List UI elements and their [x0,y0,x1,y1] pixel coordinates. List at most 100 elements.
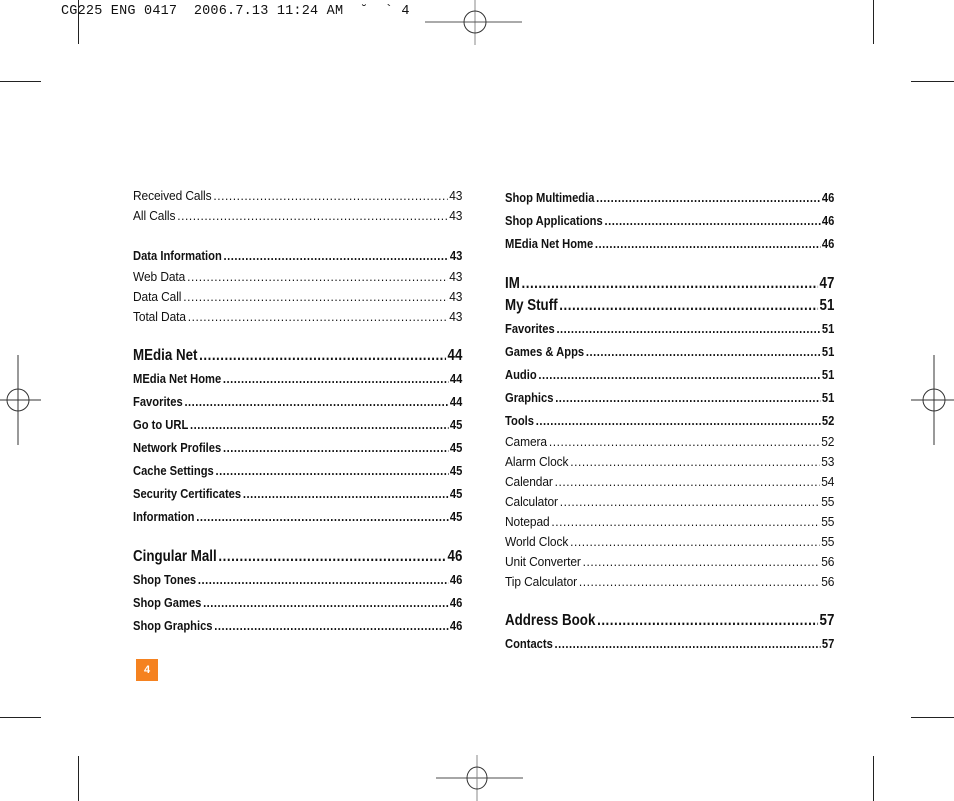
toc-entry[interactable]: Received Calls 43 [133,186,462,206]
toc-entry-page-number: 51 [821,344,835,359]
registration-target-bottom-icon [436,755,523,801]
dot-leader [188,307,448,327]
toc-entry-label: Address Book [505,612,596,629]
toc-entry[interactable]: Security Certificates 45 [133,482,462,505]
toc-entry-label: Total Data [133,309,186,324]
toc-entry[interactable]: All Calls 43 [133,206,462,226]
toc-entry[interactable]: MEdia Net Home 44 [133,367,462,390]
toc-entry[interactable]: Alarm Clock 53 [505,452,834,472]
toc-entry-page-number: 43 [449,309,463,324]
toc-entry-label: Information [133,509,195,524]
toc-entry-label: Unit Converter [505,554,581,569]
toc-entry-label: Received Calls [133,188,212,203]
toc-entry-label: Contacts [505,636,553,651]
toc-entry[interactable]: Information 45 [133,505,462,528]
dot-leader [556,317,820,340]
toc-entry[interactable]: Shop Applications 46 [505,209,834,232]
crop-mark-bottom-left-horizontal [0,717,41,718]
toc-entry[interactable]: Shop Graphics 46 [133,614,462,637]
toc-entry[interactable]: Tip Calculator 56 [505,572,834,592]
toc-entry-label: IM [505,275,520,292]
toc-entry-page-number: 44 [447,347,463,364]
toc-entry-label: Alarm Clock [505,454,569,469]
dot-leader [218,546,445,568]
toc-entry-label: Shop Games [133,595,202,610]
dot-leader [187,267,447,287]
toc-entry-page-number: 43 [449,289,463,304]
toc-entry-page-number: 46 [449,618,463,633]
toc-entry-page-number: 45 [449,417,463,432]
toc-entry-page-number: 46 [449,595,463,610]
toc-entry-page-number: 45 [449,486,463,501]
toc-section-heading[interactable]: Cingular Mall 46 [133,546,462,568]
toc-entry-page-number: 47 [819,275,835,292]
toc-entry[interactable]: Audio 51 [505,363,834,386]
dot-leader [223,367,448,390]
toc-entry-label: Shop Applications [505,213,603,228]
toc-entry[interactable]: Calendar 54 [505,472,834,492]
toc-entry-label: Web Data [133,269,186,284]
toc-entry-label: Network Profiles [133,440,222,455]
toc-section-heading[interactable]: Address Book 57 [505,610,834,632]
dot-leader [555,386,820,409]
toc-entry[interactable]: Favorites 44 [133,390,462,413]
toc-entry[interactable]: Data Call 43 [133,287,462,307]
toc-entry-label: Security Certificates [133,486,242,501]
toc-entry[interactable]: Web Data 43 [133,267,462,287]
toc-entry[interactable]: Graphics 51 [505,386,834,409]
crop-mark-bottom-right-horizontal [911,717,954,718]
dot-leader [604,209,820,232]
dot-leader [595,232,820,255]
toc-entry[interactable]: Shop Multimedia 46 [505,186,834,209]
dot-leader [596,186,820,209]
toc-entry[interactable]: Contacts 57 [505,632,834,655]
toc-entry-label: Cingular Mall [133,548,217,565]
dot-leader [177,206,447,226]
toc-entry[interactable]: MEdia Net Home 46 [505,232,834,255]
toc-entry[interactable]: Go to URL 45 [133,413,462,436]
toc-entry[interactable]: Camera 52 [505,432,834,452]
dot-leader [570,532,819,552]
toc-entry[interactable]: Network Profiles 45 [133,436,462,459]
toc-entry-page-number: 45 [449,440,463,455]
toc-entry-page-number: 51 [821,390,835,405]
toc-entry[interactable]: Unit Converter 56 [505,552,834,572]
toc-entry-label: Data Call [133,289,182,304]
page-number-badge: 4 [136,659,158,681]
toc-entry-label: World Clock [505,534,569,549]
toc-entry-page-number: 45 [449,463,463,478]
toc-entry-label: MEdia Net Home [505,236,594,251]
toc-entry-label: Calculator [505,494,558,509]
toc-entry-page-number: 56 [821,554,835,569]
toc-entry-label: Go to URL [133,417,189,432]
toc-entry[interactable]: Games & Apps 51 [505,340,834,363]
toc-section-heading[interactable]: IM 47 [505,273,834,295]
toc-entry-label: Games & Apps [505,344,585,359]
toc-entry[interactable]: Calculator 55 [505,492,834,512]
toc-entry[interactable]: Tools 52 [505,409,834,432]
dot-leader [223,436,448,459]
dot-leader [583,552,820,572]
toc-entry[interactable]: Favorites 51 [505,317,834,340]
toc-section-heading[interactable]: My Stuff 51 [505,295,834,317]
toc-entry[interactable]: Notepad 55 [505,512,834,532]
toc-entry[interactable]: Shop Tones 46 [133,568,462,591]
toc-entry[interactable]: Cache Settings 45 [133,459,462,482]
toc-entry[interactable]: Data Information 43 [133,244,462,267]
toc-left-column: Received Calls43All Calls43Data Informat… [133,186,463,637]
toc-entry[interactable]: Total Data 43 [133,307,462,327]
dot-leader [183,287,447,307]
toc-entry-label: Graphics [505,390,554,405]
dot-leader [555,632,821,655]
toc-entry-page-number: 46 [449,572,463,587]
toc-section-heading[interactable]: MEdia Net 44 [133,345,462,367]
crop-mark-bottom-left-vertical [78,756,79,801]
toc-entry-label: Favorites [133,394,183,409]
toc-entry-page-number: 57 [821,636,835,651]
toc-entry[interactable]: Shop Games 46 [133,591,462,614]
toc-entry-page-number: 43 [449,269,463,284]
toc-entry[interactable]: World Clock 55 [505,532,834,552]
toc-entry-page-number: 55 [821,534,835,549]
